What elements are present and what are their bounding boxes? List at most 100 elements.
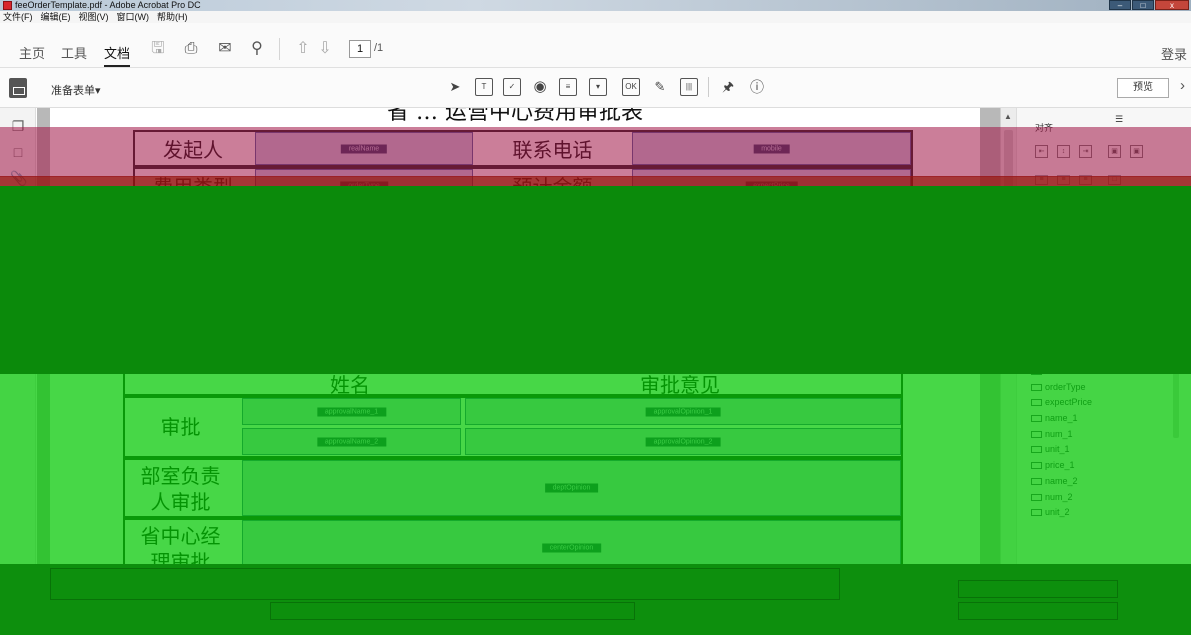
scrollbar-thumb[interactable] <box>1004 130 1013 360</box>
tab-tools[interactable]: 工具 <box>61 43 87 62</box>
radio-button-tool-icon[interactable]: ◉ <box>531 78 549 96</box>
dropdown-tool-icon[interactable]: ▾ <box>589 78 607 96</box>
field-ordertype[interactable]: orderType <box>255 169 473 202</box>
field-name-tag: orderType <box>340 181 388 190</box>
field-expectprice[interactable]: expectPrice <box>632 169 911 202</box>
align-left-icon[interactable]: ⇤ <box>1035 145 1048 158</box>
attachments-icon[interactable]: 📎 <box>10 170 27 186</box>
field-mobile[interactable]: mobile <box>632 132 911 165</box>
bookmarks-icon[interactable]: □ <box>10 144 26 160</box>
align-center-icon[interactable]: ↕ <box>1057 145 1070 158</box>
pin-icon[interactable]: 🖈 <box>719 78 737 96</box>
field-approval-opinion-1[interactable]: approvalOpinion_1 <box>465 398 901 425</box>
menu-help[interactable]: 帮助(H) <box>154 11 193 23</box>
field-name-tag: mobile <box>753 144 790 153</box>
center-horizontal-icon[interactable]: ▣ <box>1108 145 1121 158</box>
center-vertical-icon[interactable]: ▣ <box>1130 145 1143 158</box>
field-properties-pane: 对齐 ☰ ⇤ ↕ ⇥ ▣ ▣ ≡ ≡ ≡ □ mobile orderType … <box>1016 108 1191 635</box>
prepare-form-dropdown[interactable]: 准备表单▾ <box>51 82 101 98</box>
page-thumbnails-icon[interactable]: ❐ <box>10 118 26 134</box>
main-toolbar: 主页 工具 文档 🖫 ⎙ ✉ ⚲ ⇧ ⇩ 1 /1 登录 <box>0 23 1191 68</box>
print-icon[interactable]: ⎙ <box>181 39 201 59</box>
button-tool-icon[interactable]: OK <box>622 78 640 96</box>
document-vertical-scrollbar[interactable]: ▲ <box>1000 108 1016 635</box>
text-field-icon <box>1031 430 1042 438</box>
field-list-item[interactable]: expectPrice <box>1031 395 1181 411</box>
row-remark <box>123 578 903 618</box>
list-box-tool-icon[interactable]: ≡ <box>559 78 577 96</box>
text-field-icon <box>1031 368 1042 375</box>
minimize-button[interactable]: – <box>1109 0 1131 10</box>
field-name-tag: expectPrice <box>745 181 798 190</box>
field-list-item[interactable]: unit_2 <box>1031 505 1181 521</box>
preview-button[interactable]: 预览 <box>1117 78 1169 98</box>
field-list-item[interactable]: name_2 <box>1031 474 1181 490</box>
menu-file[interactable]: 文件(F) <box>0 11 38 23</box>
checkbox-tool-icon[interactable]: ✓ <box>503 78 521 96</box>
field-list-item[interactable]: num_2 <box>1031 490 1181 506</box>
left-navigation-pane: ❐ □ 📎 <box>0 108 36 635</box>
scroll-up-arrow-icon[interactable]: ▲ <box>1004 112 1012 121</box>
search-icon[interactable]: ⚲ <box>247 39 267 59</box>
field-list-item[interactable]: mobile <box>1031 364 1181 380</box>
label-phone: 联系电话 <box>512 138 593 162</box>
label-department-head-line2: 人审批 <box>150 490 211 514</box>
window-title: feeOrderTemplate.pdf - Adobe Acrobat Pro… <box>15 0 201 10</box>
field-approval-opinion-2[interactable]: approvalOpinion_2 <box>465 428 901 455</box>
match-size-icon[interactable]: □ <box>1108 175 1121 185</box>
text-field-icon <box>1031 493 1042 501</box>
more-options-icon[interactable]: ☰ <box>1115 114 1123 125</box>
signature-tool-icon[interactable]: ✎ <box>651 78 669 96</box>
field-name-tag: approvalOpinion_1 <box>645 407 721 416</box>
save-icon[interactable]: 🖫 <box>148 39 168 59</box>
tab-home[interactable]: 主页 <box>19 43 45 62</box>
field-name-tag: deptOpinion <box>544 483 599 493</box>
align-right-icon[interactable]: ⇥ <box>1079 145 1092 158</box>
prepare-form-toolbar: 准备表单▾ ➤ T ✓ ◉ ≡ ▾ OK ✎ ||| 🖈 ⓘ 预览 › <box>0 68 1191 108</box>
field-name-tag: realName <box>340 144 388 153</box>
field-list-item[interactable]: price_1 <box>1031 458 1181 474</box>
tab-document[interactable]: 文档 <box>104 43 131 67</box>
page-up-icon[interactable]: ⇧ <box>293 39 313 59</box>
window-controls: – □ x <box>1109 0 1189 10</box>
field-approval-name-1[interactable]: approvalName_1 <box>242 398 461 425</box>
field-name-tag: centerOpinion <box>541 543 602 553</box>
menu-window[interactable]: 窗口(W) <box>114 11 155 23</box>
field-list-item[interactable]: unit_1 <box>1031 442 1181 458</box>
close-tool-pane-button[interactable]: › <box>1180 77 1185 94</box>
barcode-tool-icon[interactable]: ||| <box>680 78 698 96</box>
page-number-input[interactable]: 1 <box>349 40 371 58</box>
acrobat-window: feeOrderTemplate.pdf - Adobe Acrobat Pro… <box>0 0 1191 635</box>
menu-view[interactable]: 视图(V) <box>76 11 114 23</box>
field-list-scrollbar[interactable] <box>1173 358 1179 438</box>
email-icon[interactable]: ✉ <box>215 39 235 59</box>
page-down-icon[interactable]: ⇩ <box>315 39 335 59</box>
field-approval-name-2[interactable]: approvalName_2 <box>242 428 461 455</box>
login-link[interactable]: 登录 <box>1161 44 1187 63</box>
pdf-page: 省 … 运营中心费用审批表 发起人 realName 联系电话 mobile 费… <box>50 108 980 635</box>
field-department-opinion[interactable]: deptOpinion <box>242 460 901 516</box>
close-window-button[interactable]: x <box>1155 0 1189 10</box>
align-section-label: 对齐 <box>1035 123 1054 133</box>
field-list-item[interactable]: num_1 <box>1031 427 1181 443</box>
field-center-opinion[interactable]: centerOpinion <box>242 520 901 576</box>
label-approval: 审批 <box>160 415 201 439</box>
text-field-tool-icon[interactable]: T <box>475 78 493 96</box>
field-list-item[interactable]: name_1 <box>1031 411 1181 427</box>
field-name-tag: approvalName_2 <box>316 437 387 446</box>
label-expected-amount: 预计金额 <box>512 175 593 199</box>
field-name-tag: approvalName_1 <box>316 407 387 416</box>
distribute-icon[interactable]: ≡ <box>1035 175 1048 185</box>
maximize-button[interactable]: □ <box>1132 0 1154 10</box>
text-field-icon <box>1031 462 1042 470</box>
field-list-item[interactable]: orderType <box>1031 380 1181 396</box>
distribute-icon[interactable]: ≡ <box>1057 175 1070 185</box>
select-object-icon[interactable]: ➤ <box>446 78 464 96</box>
help-icon[interactable]: ⓘ <box>748 78 766 96</box>
field-realname[interactable]: realName <box>255 132 473 165</box>
text-field-icon <box>1031 446 1042 454</box>
label-department-head-line1: 部室负责 <box>140 464 221 488</box>
menu-edit[interactable]: 编辑(E) <box>38 11 76 23</box>
distribute-icon[interactable]: ≡ <box>1079 175 1092 185</box>
label-center-manager-line2: 理审批 <box>150 550 211 574</box>
